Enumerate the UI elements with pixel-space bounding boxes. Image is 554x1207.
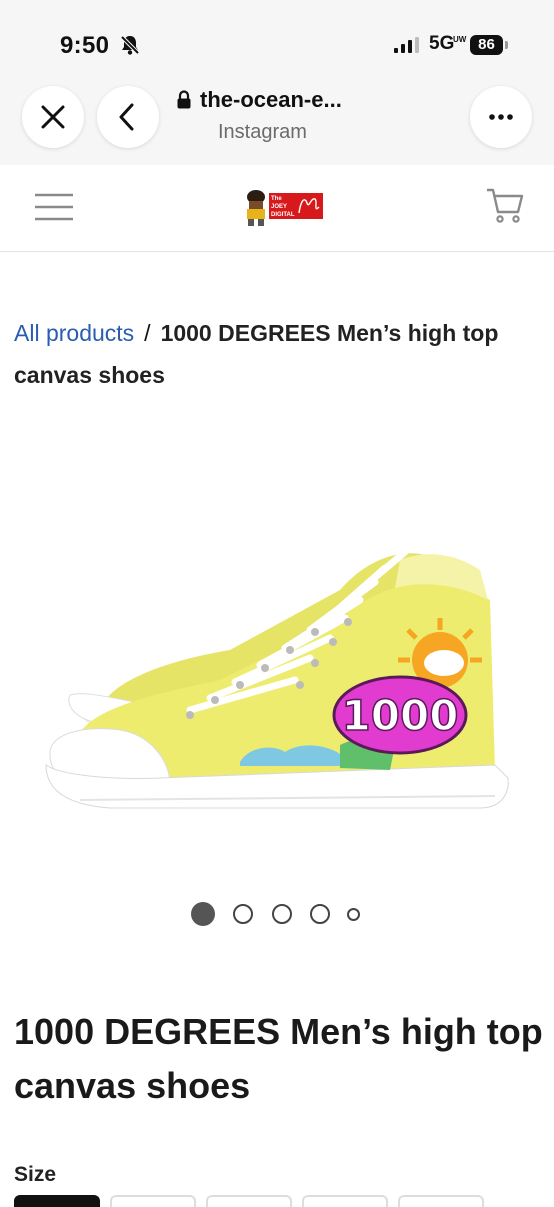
status-time: 9:50: [60, 32, 110, 59]
breadcrumb-all-products-link[interactable]: All products: [14, 320, 134, 346]
product-title: 1000 DEGREES Men’s high top canvas shoes: [14, 1011, 543, 1106]
carousel-dot-5[interactable]: [347, 908, 360, 921]
size-option-selected[interactable]: [14, 1195, 100, 1207]
size-option[interactable]: [302, 1195, 388, 1207]
status-bar: 9:50 5G UW 86: [0, 0, 554, 80]
battery-cap: [505, 41, 508, 49]
logo-text-the: The: [271, 196, 282, 202]
network-superscript: UW: [453, 35, 467, 44]
more-icon: [489, 114, 513, 120]
breadcrumb: All products/1000 DEGREES Men’s high top…: [14, 312, 534, 396]
close-icon: [41, 105, 65, 129]
url-source: Instagram: [218, 121, 307, 143]
breadcrumb-separator: /: [144, 320, 151, 346]
more-button[interactable]: [470, 86, 532, 148]
carousel-dot-4[interactable]: [310, 904, 330, 924]
carousel-dot-3[interactable]: [272, 904, 292, 924]
cart-icon[interactable]: [486, 188, 524, 224]
close-button[interactable]: [22, 86, 84, 148]
battery-indicator: 86: [470, 35, 503, 55]
lock-icon: [177, 90, 191, 109]
url-block[interactable]: the-ocean-e... Instagram: [176, 87, 446, 144]
site-logo[interactable]: The JOEY DIGITAL: [241, 189, 325, 227]
carousel-dots: [191, 902, 371, 926]
menu-icon[interactable]: [34, 193, 74, 221]
product-image[interactable]: 1000: [40, 530, 520, 840]
shoe-graphic-text: 1000: [342, 691, 459, 740]
signal-icon: [394, 37, 419, 53]
silent-bell-icon: [120, 35, 140, 55]
size-label: Size: [14, 1163, 57, 1186]
logo-text-digital: DIGITAL: [271, 212, 295, 218]
size-option[interactable]: [206, 1195, 292, 1207]
carousel-dot-2[interactable]: [233, 904, 253, 924]
back-button[interactable]: [97, 86, 159, 148]
logo-text-joey: JOEY: [271, 204, 287, 210]
size-option[interactable]: [398, 1195, 484, 1207]
size-option[interactable]: [110, 1195, 196, 1207]
back-icon: [119, 103, 134, 131]
network-label: 5G: [429, 33, 455, 54]
site-header: The JOEY DIGITAL: [0, 165, 554, 252]
url-text: the-ocean-e...: [200, 87, 342, 112]
size-options: [14, 1195, 544, 1207]
browser-bar: the-ocean-e... Instagram: [0, 80, 554, 165]
carousel-dot-1[interactable]: [191, 902, 215, 926]
